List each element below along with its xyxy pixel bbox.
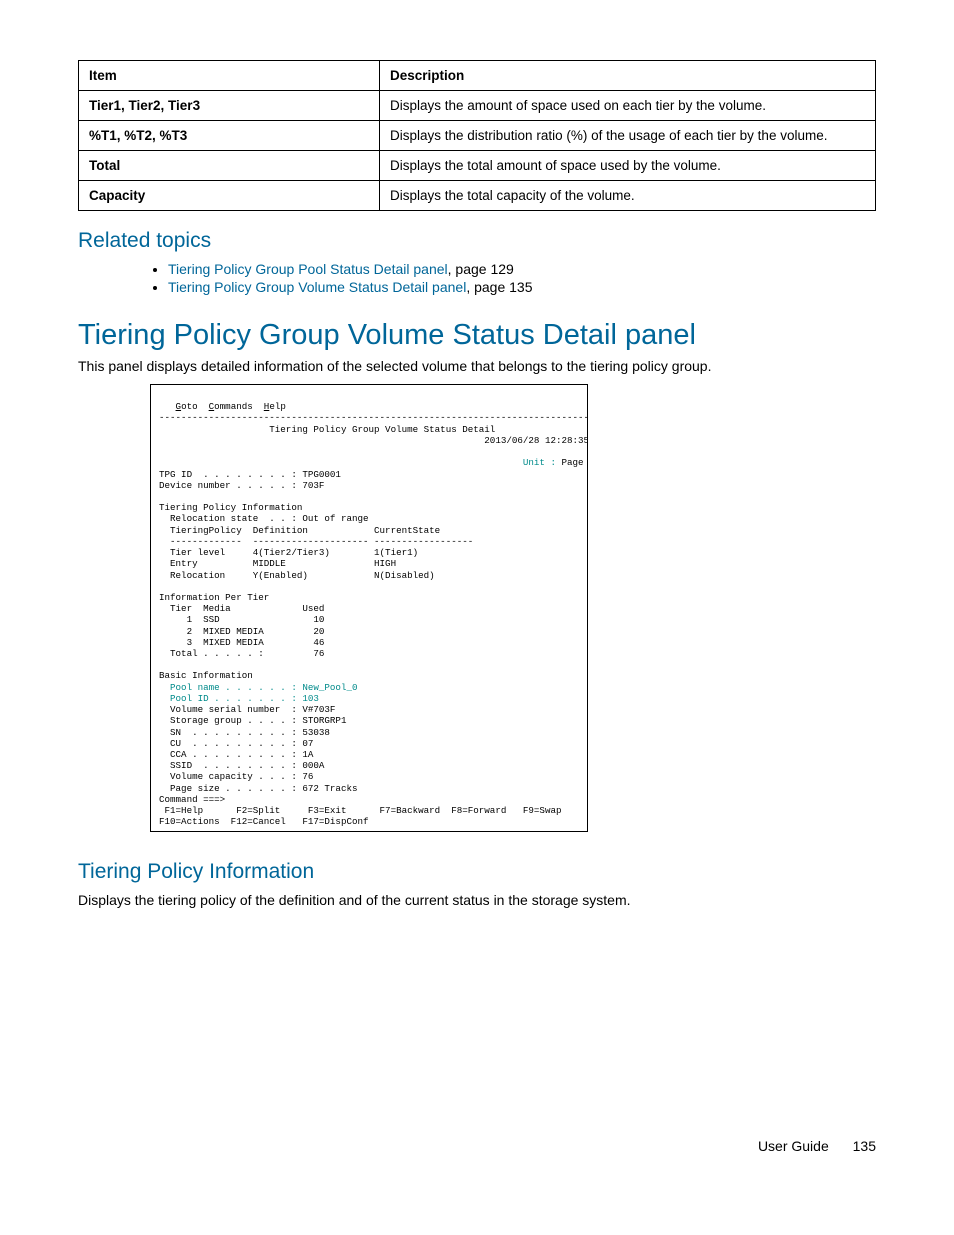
ipt-total: Total . . . . . : 76 — [159, 648, 324, 659]
tier-level-row: Tier level 4(Tier2/Tier3) 1(Tier1) — [159, 547, 418, 558]
table-row: %T1, %T2, %T3 Displays the distribution … — [79, 121, 876, 151]
command-prompt: Command ===> — [159, 794, 225, 805]
fkeys-row: F1=Help F2=Split F3=Exit F7=Backward F8=… — [159, 805, 561, 816]
tp-sep: ------------- --------------------- ----… — [159, 536, 473, 547]
ipt-header: Information Per Tier — [159, 592, 269, 603]
relocation-row: Relocation Y(Enabled) N(Disabled) — [159, 570, 435, 581]
panel-intro: This panel displays detailed information… — [78, 358, 876, 374]
col-item-header: Item — [79, 61, 380, 91]
bi-header: Basic Information — [159, 670, 253, 681]
related-link[interactable]: Tiering Policy Group Pool Status Detail … — [168, 261, 448, 277]
relocation-state: Relocation state . . : Out of range — [159, 513, 369, 524]
unit-label: Unit : — [159, 457, 556, 468]
terminal-title: Tiering Policy Group Volume Status Detai… — [159, 424, 495, 435]
col-desc-header: Description — [380, 61, 876, 91]
pool-id: Pool ID . . . . . . . : 103 — [159, 693, 319, 704]
volume-capacity: Volume capacity . . . : 76 — [159, 771, 313, 782]
cu: CU . . . . . . . . . : 07 — [159, 738, 313, 749]
ssid: SSID . . . . . . . . : 000A — [159, 760, 324, 771]
desc-cell: Displays the total amount of space used … — [380, 151, 876, 181]
sn: SN . . . . . . . . . : 53038 — [159, 727, 330, 738]
table-row: Tier1, Tier2, Tier3 Displays the amount … — [79, 91, 876, 121]
ipt-row: 1 SSD 10 — [159, 614, 324, 625]
item-cell: Capacity — [79, 181, 380, 211]
device-number: Device number . . . . . : 703F — [159, 480, 324, 491]
cca: CCA . . . . . . . . . : 1A — [159, 749, 313, 760]
desc-cell: Displays the amount of space used on eac… — [380, 91, 876, 121]
terminal-screenshot: Goto Commands Help ---------------------… — [150, 384, 588, 832]
desc-cell: Displays the distribution ratio (%) of t… — [380, 121, 876, 151]
tpi-section-body: Displays the tiering policy of the defin… — [78, 892, 876, 908]
volume-serial: Volume serial number : V#703F — [159, 704, 335, 715]
footer-page: 135 — [853, 1138, 876, 1154]
tpi-header: Tiering Policy Information — [159, 502, 302, 513]
page-size: Page size . . . . . . : 672 Tracks — [159, 783, 357, 794]
item-cell: %T1, %T2, %T3 — [79, 121, 380, 151]
storage-group: Storage group . . . . : STORGRP1 — [159, 715, 346, 726]
ipt-row: 2 MIXED MEDIA 20 — [159, 626, 324, 637]
list-item: Tiering Policy Group Pool Status Detail … — [168, 261, 876, 277]
item-description-table: Item Description Tier1, Tier2, Tier3 Dis… — [78, 60, 876, 211]
related-topics-list: Tiering Policy Group Pool Status Detail … — [150, 261, 876, 295]
table-row: Capacity Displays the total capacity of … — [79, 181, 876, 211]
item-cell: Total — [79, 151, 380, 181]
related-topics-heading: Related topics — [78, 229, 876, 253]
footer-label: User Guide — [758, 1138, 829, 1154]
tp-def-header: TieringPolicy Definition CurrentState — [159, 525, 440, 536]
terminal-timestamp: 2013/06/28 12:28:35 — [159, 435, 588, 446]
ipt-columns: Tier Media Used — [159, 603, 324, 614]
table-row: Total Displays the total amount of space… — [79, 151, 876, 181]
related-suffix: , page 129 — [448, 261, 514, 277]
related-suffix: , page 135 — [466, 279, 532, 295]
unit-value: Page — [556, 457, 584, 468]
tpi-section-heading: Tiering Policy Information — [78, 860, 876, 884]
fkeys-row: F10=Actions F12=Cancel F17=DispConf — [159, 816, 369, 827]
item-cell: Tier1, Tier2, Tier3 — [79, 91, 380, 121]
tpg-id: TPG ID . . . . . . . . : TPG0001 — [159, 469, 341, 480]
terminal-hr: ----------------------------------------… — [159, 412, 588, 423]
pool-name: Pool name . . . . . . : New_Pool_0 — [159, 682, 357, 693]
desc-cell: Displays the total capacity of the volum… — [380, 181, 876, 211]
related-link[interactable]: Tiering Policy Group Volume Status Detai… — [168, 279, 466, 295]
page-footer: User Guide 135 — [78, 1138, 876, 1154]
panel-title: Tiering Policy Group Volume Status Detai… — [78, 319, 876, 352]
ipt-row: 3 MIXED MEDIA 46 — [159, 637, 324, 648]
list-item: Tiering Policy Group Volume Status Detai… — [168, 279, 876, 295]
entry-row: Entry MIDDLE HIGH — [159, 558, 396, 569]
